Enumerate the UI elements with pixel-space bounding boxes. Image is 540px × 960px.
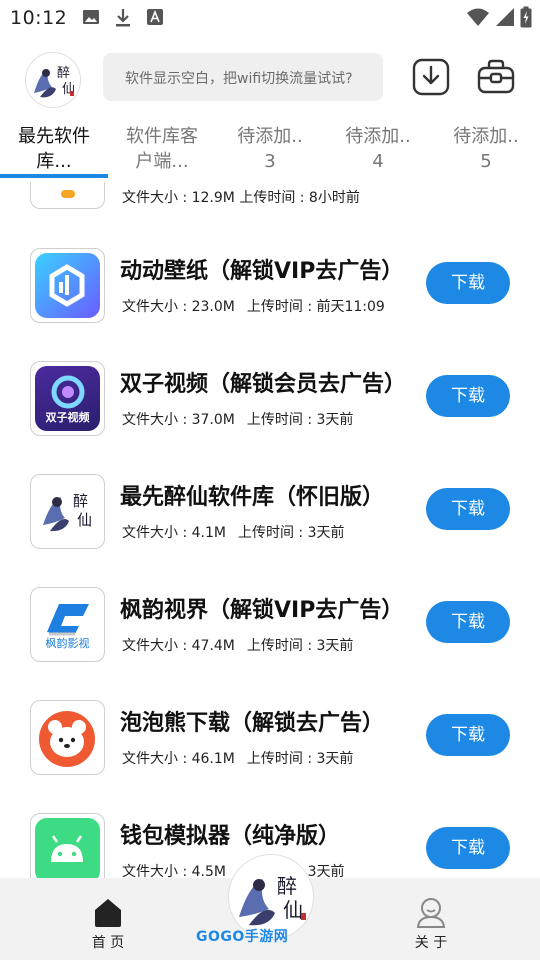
list-item[interactable]: 泡泡熊下载（解锁去广告） 文件大小 : 46.1M 上传时间 : 3天前 下载 [0, 700, 540, 813]
user-icon [416, 898, 446, 928]
app-title[interactable]: 钱包模拟器（纯净版） [120, 818, 410, 850]
list-item[interactable]: 双子视频 双子视频（解锁会员去广告） 文件大小 : 37.0M 上传时间 : 3天… [0, 361, 540, 474]
font-icon [146, 8, 164, 30]
tab-5[interactable]: 待添加.. 5 [432, 124, 540, 174]
app-list[interactable]: 文件大小 : 12.9M 上传时间 : 8小时前 动动壁纸（解锁VIP去广告） … [0, 182, 540, 878]
tab-3[interactable]: 待添加.. 3 [216, 124, 324, 174]
svg-text:仙: 仙 [283, 898, 303, 922]
list-item[interactable]: 文件大小 : 12.9M 上传时间 : 8小时前 [0, 182, 540, 247]
app-title[interactable]: 双子视频（解锁会员去广告） [120, 366, 410, 398]
app-icon [30, 248, 105, 323]
app-title[interactable]: 最先醉仙软件库（怀旧版） [120, 479, 410, 511]
app-icon [30, 813, 105, 878]
svg-text:醉: 醉 [73, 492, 88, 510]
search-input[interactable]: 软件显示空白，把wifi切换流量试试? [103, 53, 383, 101]
app-icon [30, 182, 105, 209]
toolbox-button[interactable] [476, 58, 515, 96]
download-button[interactable]: 下载 [426, 601, 510, 643]
toolbox-icon [477, 59, 515, 94]
bear-logo-icon [39, 711, 95, 767]
signal-icon [494, 7, 516, 31]
image-icon [82, 8, 100, 30]
search-placeholder: 软件显示空白，把wifi切换流量试试? [125, 71, 353, 87]
download-icon [114, 8, 132, 32]
app-title[interactable]: 泡泡熊下载（解锁去广告） [120, 705, 410, 737]
android-logo-icon [51, 835, 83, 862]
download-button[interactable]: 下载 [426, 375, 510, 417]
app-icon: 双子视频 [30, 361, 105, 436]
tab-1[interactable]: 最先软件 库... [0, 124, 108, 174]
download-button[interactable]: 下载 [426, 714, 510, 756]
bottom-nav: 首 页 醉 仙 GOGO手游网 关 于 [0, 854, 540, 960]
tab-4[interactable]: 待添加.. 4 [324, 124, 432, 174]
nav-about[interactable]: 关 于 [391, 896, 471, 952]
wifi-icon [466, 7, 490, 31]
app-logo[interactable]: 醉 仙 [25, 52, 81, 108]
tab-indicator [0, 174, 108, 178]
app-meta: 文件大小 : 47.4M 上传时间 : 3天前 [122, 638, 354, 654]
svg-text:醉: 醉 [277, 874, 297, 898]
download-button[interactable]: 下载 [426, 827, 510, 869]
dongdong-logo-icon [49, 264, 85, 307]
app-title[interactable]: 枫韵视界（解锁VIP去广告） [120, 592, 410, 624]
battery-icon [520, 6, 532, 32]
app-icon [30, 700, 105, 775]
list-item[interactable]: 枫韵影视 枫韵视界（解锁VIP去广告） 文件大小 : 47.4M 上传时间 : 3… [0, 587, 540, 700]
list-item[interactable]: 动动壁纸（解锁VIP去广告） 文件大小 : 23.0M 上传时间 : 前天11:0… [0, 248, 540, 361]
svg-text:醉: 醉 [57, 65, 70, 81]
download-button[interactable]: 下载 [426, 488, 510, 530]
zuixian-logo-icon: 醉 仙 [43, 492, 92, 532]
app-meta: 文件大小 : 37.0M 上传时间 : 3天前 [122, 412, 354, 428]
app-header: 醉 仙 软件显示空白，把wifi切换流量试试? [0, 44, 540, 114]
app-title[interactable]: 动动壁纸（解锁VIP去广告） [120, 253, 410, 285]
app-meta: 文件大小 : 4.1M 上传时间 : 3天前 [122, 525, 345, 541]
status-time: 10:12 [10, 7, 68, 29]
app-meta: 文件大小 : 12.9M 上传时间 : 8小时前 [122, 190, 360, 206]
tab-2[interactable]: 软件库客 户端... [108, 124, 216, 174]
svg-text:仙: 仙 [77, 511, 92, 529]
watermark: GOGO手游网 [196, 929, 289, 945]
status-bar: 10:12 [0, 0, 540, 36]
app-icon: 枫韵影视 [30, 587, 105, 662]
nav-home[interactable]: 首 页 [68, 896, 148, 952]
app-meta: 文件大小 : 46.1M 上传时间 : 3天前 [122, 751, 354, 767]
download-box-icon [412, 58, 450, 96]
app-icon: 醉 仙 [30, 474, 105, 549]
download-button[interactable]: 下载 [426, 262, 510, 304]
home-icon [95, 899, 121, 927]
category-tabs: 最先软件 库... 软件库客 户端... 待添加.. 3 待添加.. 4 待添加… [0, 120, 540, 182]
app-meta: 文件大小 : 23.0M 上传时间 : 前天11:09 [122, 299, 385, 315]
list-item[interactable]: 醉 仙 最先醉仙软件库（怀旧版） 文件大小 : 4.1M 上传时间 : 3天前 下… [0, 474, 540, 587]
download-manager-button[interactable] [412, 58, 450, 96]
